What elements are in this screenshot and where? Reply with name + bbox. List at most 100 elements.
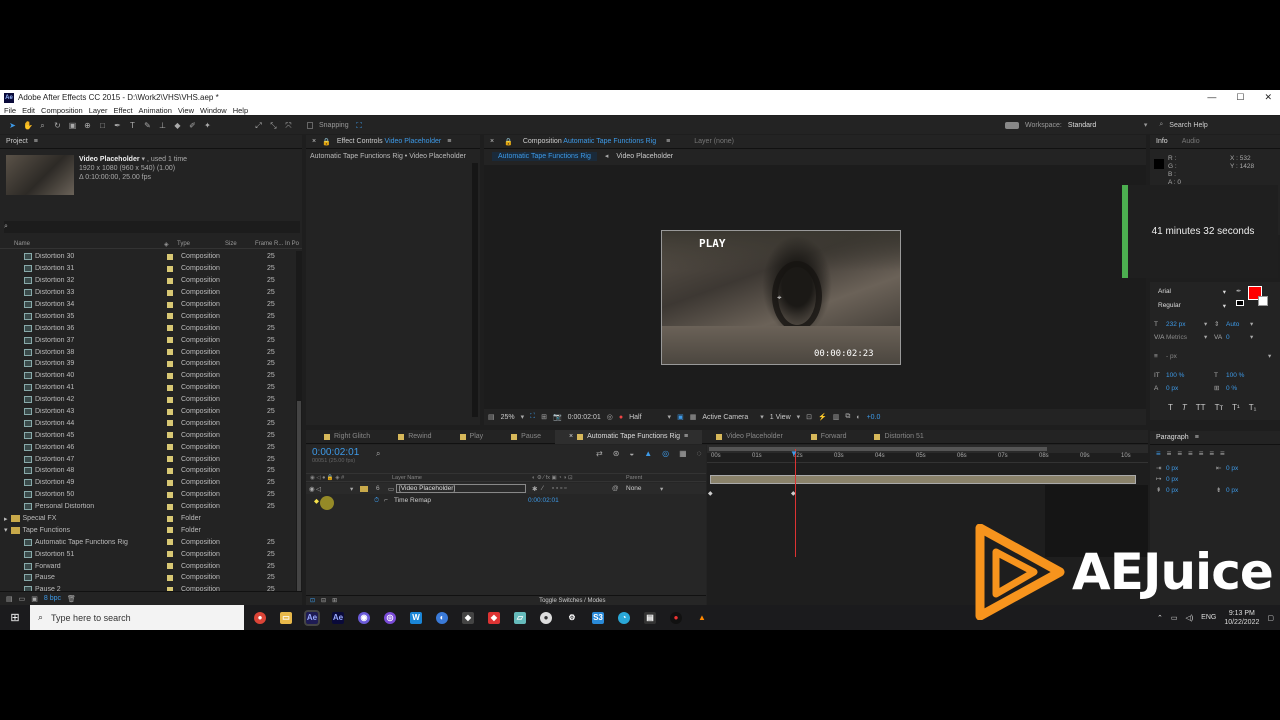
faux-bold-icon[interactable]: T — [1168, 401, 1173, 414]
info-tab[interactable]: Info — [1156, 138, 1168, 145]
hand-tool-icon[interactable]: ✋ — [23, 121, 33, 130]
label-color-swatch[interactable] — [167, 337, 173, 344]
panel-menu-icon[interactable]: ≡ — [666, 138, 670, 145]
label-color-swatch[interactable] — [167, 372, 173, 379]
column-name[interactable]: Name — [14, 241, 164, 248]
graph-icon[interactable]: ⌐ — [384, 497, 394, 504]
anchor-point-icon[interactable]: ⌖ — [777, 293, 782, 303]
label-color-swatch[interactable] — [167, 432, 173, 439]
project-item-row[interactable]: Distortion 41 Composition 25 — [0, 382, 296, 394]
github-icon[interactable]: ● — [540, 611, 552, 624]
folder-expand-icon[interactable]: ▸ — [4, 515, 8, 523]
menu-effect[interactable]: Effect — [113, 106, 132, 115]
subscript-icon[interactable]: T₁ — [1249, 401, 1257, 414]
menu-help[interactable]: Help — [233, 106, 248, 115]
kerning-field[interactable]: Metrics — [1166, 331, 1204, 344]
audio-icon[interactable]: ◁ — [316, 485, 326, 493]
label-color-swatch[interactable] — [167, 503, 173, 510]
project-scrollbar[interactable] — [296, 251, 302, 591]
label-color-swatch[interactable] — [167, 408, 173, 415]
project-item-row[interactable]: Distortion 33 Composition 25 — [0, 287, 296, 299]
lock-icon[interactable]: 🔒 — [504, 138, 513, 146]
project-item-row[interactable]: Distortion 32 Composition 25 — [0, 275, 296, 287]
indent-left-field[interactable]: 0 px — [1166, 463, 1216, 474]
composition-tab[interactable]: Composition — [523, 138, 562, 145]
close-icon[interactable]: × — [569, 433, 573, 440]
menu-layer[interactable]: Layer — [89, 106, 108, 115]
label-color-swatch[interactable] — [167, 456, 173, 463]
selection-tool-icon[interactable]: ➤ — [8, 121, 17, 130]
always-preview-icon[interactable]: ▤ — [488, 413, 495, 421]
trash-icon[interactable]: 🗑 — [67, 595, 76, 603]
word-icon[interactable]: W — [410, 611, 422, 624]
fit-icon[interactable]: ⛶ — [530, 413, 535, 421]
workspace-chevron-down-icon[interactable]: ▾ — [1144, 121, 1148, 129]
maximize-button[interactable]: ☐ — [1236, 90, 1244, 105]
work-area-bar[interactable] — [707, 445, 1148, 453]
stopwatch-icon[interactable]: ⏱ — [374, 497, 384, 505]
zoom-select[interactable]: 25% — [501, 414, 515, 421]
snapping-options-icon[interactable]: ⛶ — [355, 121, 364, 130]
timeline-icon[interactable]: ▥ — [833, 413, 840, 421]
parent-pickwhip-icon[interactable]: @ — [612, 485, 626, 492]
current-time-indicator[interactable] — [795, 449, 796, 557]
timeline-tab[interactable]: × Automatic Tape Functions Rig ≡ — [555, 429, 703, 444]
chrome-icon[interactable]: ● — [254, 611, 266, 624]
panel-menu-icon[interactable]: ≡ — [684, 433, 688, 440]
eraser-tool-icon[interactable]: ◆ — [173, 121, 182, 130]
project-item-row[interactable]: Distortion 36 Composition 25 — [0, 322, 296, 334]
menu-view[interactable]: View — [178, 106, 194, 115]
bpc-setting[interactable]: 8 bpc — [44, 595, 61, 602]
chevron-down-icon[interactable]: ▾ — [760, 413, 764, 421]
roto-brush-tool-icon[interactable]: ✐ — [188, 121, 197, 130]
project-item-row[interactable]: Distortion 31 Composition 25 — [0, 263, 296, 275]
project-item-row[interactable]: Distortion 30 Composition 25 — [0, 251, 296, 263]
rotate-tool-icon[interactable]: ↻ — [53, 121, 62, 130]
label-color-swatch[interactable] — [167, 574, 173, 581]
menu-composition[interactable]: Composition — [41, 106, 83, 115]
taskbar-search[interactable]: ⌕ Type here to search — [30, 605, 244, 630]
fast-preview-icon[interactable]: ⚡ — [818, 413, 827, 421]
workspace-toggle-icon[interactable] — [1005, 121, 1019, 129]
project-item-row[interactable]: Distortion 38 Composition 25 — [0, 346, 296, 358]
all-caps-icon[interactable]: TT — [1196, 401, 1206, 414]
label-color-swatch[interactable] — [167, 313, 173, 320]
project-item-row[interactable]: Distortion 51 Composition 25 — [0, 548, 296, 560]
project-item-row[interactable]: Distortion 45 Composition 25 — [0, 429, 296, 441]
vertical-scale-field[interactable]: 100 % — [1166, 369, 1214, 382]
project-item-row[interactable]: Distortion 35 Composition 25 — [0, 310, 296, 322]
motion-blur-icon[interactable]: ◎ — [662, 449, 669, 458]
time-ruler[interactable]: 00s 01s 02s 03s 04s 05s 06s 07s 08s 09s 10s — [707, 453, 1148, 463]
edge-icon[interactable]: ◔ — [618, 611, 630, 624]
panel-menu-icon[interactable]: ≡ — [34, 138, 38, 145]
label-color-swatch[interactable] — [360, 485, 368, 492]
faux-italic-icon[interactable]: T — [1182, 401, 1187, 414]
label-color-swatch[interactable] — [167, 301, 173, 308]
menu-window[interactable]: Window — [200, 106, 227, 115]
font-family-select[interactable]: Arial — [1158, 288, 1171, 296]
flow-current-comp[interactable]: Automatic Tape Functions Rig — [492, 151, 597, 161]
flow-next-comp[interactable]: Video Placeholder — [616, 153, 673, 160]
label-color-swatch[interactable] — [167, 265, 173, 272]
label-color-swatch[interactable] — [167, 289, 173, 296]
settings-icon[interactable]: ⚙ — [566, 612, 578, 624]
label-color-swatch[interactable] — [167, 277, 173, 284]
parent-select[interactable]: None — [626, 485, 660, 492]
after-effects-taskbar-icon[interactable]: Ae — [304, 609, 320, 626]
project-item-row[interactable]: Pause Composition 25 — [0, 572, 296, 584]
close-icon[interactable]: × — [312, 138, 316, 145]
grid-icon[interactable]: ⊞ — [541, 413, 547, 421]
font-size-field[interactable]: 232 px — [1166, 318, 1204, 331]
justify-right-icon[interactable]: ≡ — [1209, 449, 1214, 458]
justify-all-icon[interactable]: ≡ — [1220, 449, 1225, 458]
visibility-icon[interactable]: ◉ — [306, 485, 316, 493]
lock-icon[interactable]: 🔒 — [322, 138, 331, 146]
project-item-row[interactable]: Distortion 50 Composition 25 — [0, 489, 296, 501]
property-row[interactable]: ◆ ⏱ ⌐ Time Remap 0:00:02:01 — [306, 495, 706, 506]
panel-menu-icon[interactable]: ≡ — [447, 138, 451, 145]
small-caps-icon[interactable]: Tт — [1215, 401, 1224, 414]
label-color-swatch[interactable] — [167, 539, 173, 546]
label-color-swatch[interactable] — [167, 551, 173, 558]
column-in-point[interactable]: In Po — [285, 241, 299, 248]
space-before-field[interactable]: 0 px — [1166, 485, 1216, 496]
